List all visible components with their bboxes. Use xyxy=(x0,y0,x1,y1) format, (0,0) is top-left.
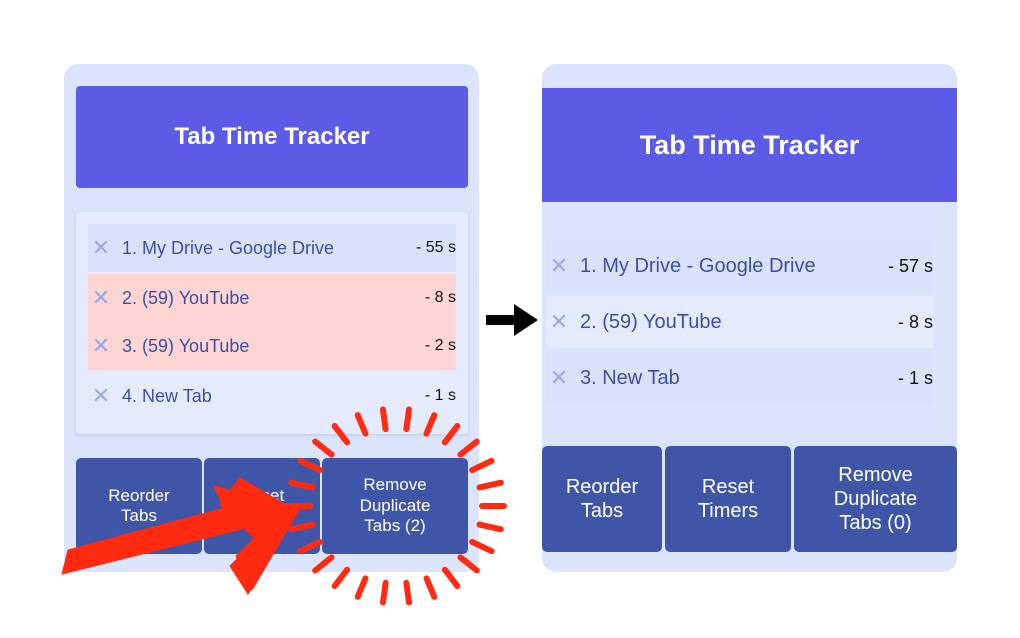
tab-row-2-duplicate[interactable]: ✕ 2. (59) YouTube - 8 s xyxy=(88,274,456,322)
header-title: Tab Time Tracker xyxy=(542,88,957,202)
burst-ray xyxy=(441,566,461,589)
burst-ray xyxy=(331,566,351,589)
tab-row-4[interactable]: ✕ 4. New Tab - 1 s xyxy=(88,372,456,420)
tab-list: ✕ 1. My Drive - Google Drive - 55 s ✕ 2.… xyxy=(76,212,468,434)
arrow-right-icon xyxy=(486,304,538,336)
tab-row-2[interactable]: ✕ 2. (59) YouTube - 8 s xyxy=(546,296,933,348)
reset-timers-button[interactable]: Reset Timers xyxy=(204,458,320,554)
burst-ray xyxy=(379,579,389,606)
close-icon[interactable]: ✕ xyxy=(546,365,572,391)
close-icon[interactable]: ✕ xyxy=(88,235,114,261)
reorder-tabs-button[interactable]: Reorder Tabs xyxy=(542,446,662,552)
tab-time: - 1 s xyxy=(424,387,456,404)
burst-ray xyxy=(423,575,438,600)
before-extension-popup: Tab Time Tracker ✕ 1. My Drive - Google … xyxy=(64,64,479,572)
burst-ray xyxy=(354,575,369,600)
burst-ray xyxy=(403,579,413,606)
reorder-tabs-button[interactable]: Reorder Tabs xyxy=(76,458,202,554)
close-icon[interactable]: ✕ xyxy=(88,285,114,311)
tab-title: 3. (59) YouTube xyxy=(122,335,250,356)
tab-title: 2. (59) YouTube xyxy=(580,310,722,333)
tab-row-3[interactable]: ✕ 3. New Tab - 1 s xyxy=(546,352,933,404)
tab-row-3-duplicate[interactable]: ✕ 3. (59) YouTube - 2 s xyxy=(88,322,456,370)
tab-row-1[interactable]: ✕ 1. My Drive - Google Drive - 57 s xyxy=(546,240,933,292)
tab-time: - 57 s xyxy=(887,255,933,276)
remove-duplicate-tabs-button[interactable]: Remove Duplicate Tabs (2) xyxy=(322,458,468,554)
header-title: Tab Time Tracker xyxy=(76,86,468,188)
close-icon[interactable]: ✕ xyxy=(88,383,114,409)
close-icon[interactable]: ✕ xyxy=(88,333,114,359)
tab-time: - 55 s xyxy=(415,239,456,256)
tab-title: 1. My Drive - Google Drive xyxy=(122,237,335,258)
tab-title: 2. (59) YouTube xyxy=(122,287,250,308)
tab-title: 3. New Tab xyxy=(580,366,680,389)
reset-timers-button[interactable]: Reset Timers xyxy=(665,446,791,552)
close-icon[interactable]: ✕ xyxy=(546,309,572,335)
after-extension-popup: Tab Time Tracker ✕ 1. My Drive - Google … xyxy=(542,64,957,572)
remove-duplicate-tabs-button[interactable]: Remove Duplicate Tabs (0) xyxy=(794,446,957,552)
tab-time: - 2 s xyxy=(424,337,456,354)
tab-row-1[interactable]: ✕ 1. My Drive - Google Drive - 55 s xyxy=(88,224,456,272)
tab-time: - 1 s xyxy=(897,367,933,388)
burst-ray xyxy=(476,479,504,491)
tab-title: 4. New Tab xyxy=(122,385,212,406)
tab-title: 1. My Drive - Google Drive xyxy=(580,254,816,277)
tab-list: ✕ 1. My Drive - Google Drive - 57 s ✕ 2.… xyxy=(542,226,957,426)
tab-time: - 8 s xyxy=(897,311,933,332)
tab-time: - 8 s xyxy=(424,289,456,306)
burst-ray xyxy=(476,521,504,533)
close-icon[interactable]: ✕ xyxy=(546,253,572,279)
